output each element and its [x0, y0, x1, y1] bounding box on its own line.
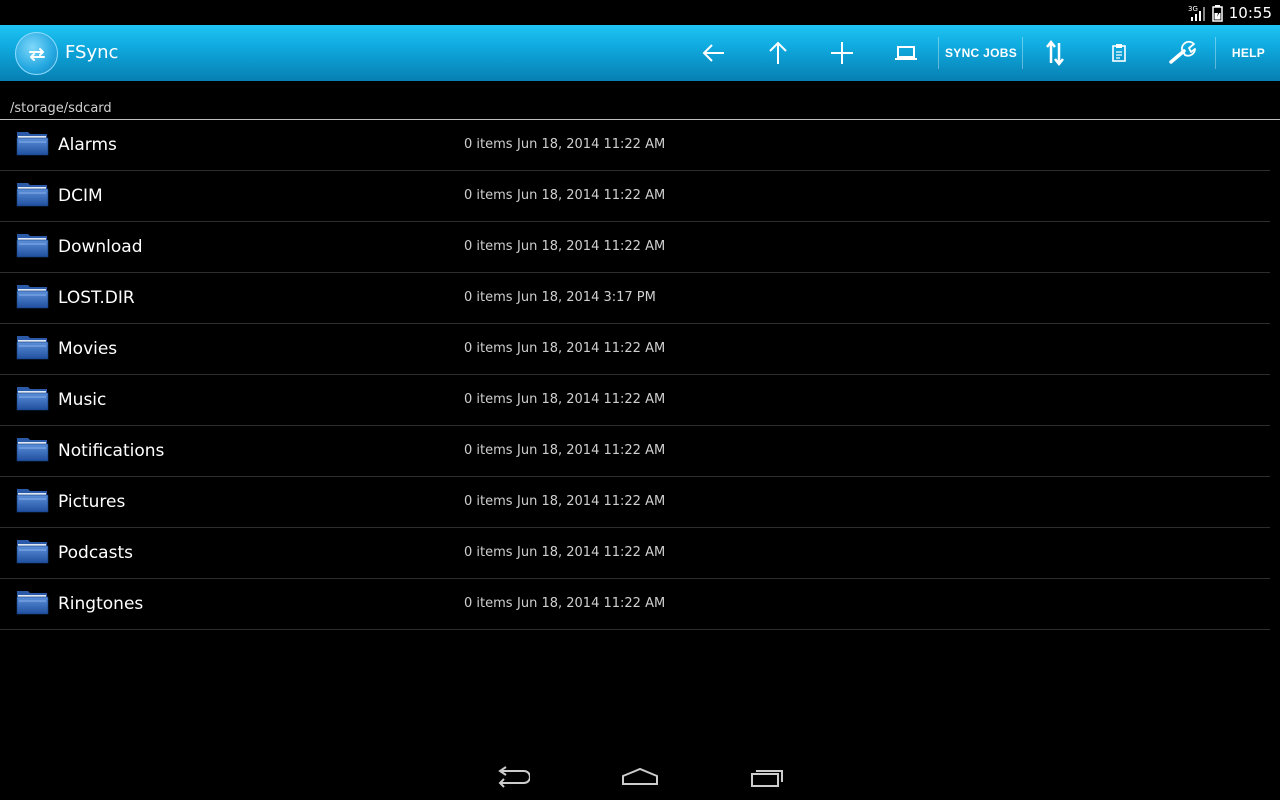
current-path: /storage/sdcard [10, 101, 112, 116]
network-type: 3G [1188, 5, 1198, 13]
sync-arrows-icon [28, 47, 45, 61]
clipboard-button[interactable] [1099, 25, 1139, 81]
modified-date: Jun 18, 2014 11:22 AM [517, 392, 666, 407]
action-divider [938, 37, 939, 69]
file-name: DCIM [58, 186, 103, 206]
file-name: Download [58, 237, 143, 257]
modified-date: Jun 18, 2014 11:22 AM [517, 188, 666, 203]
list-item[interactable]: Alarms 0 items Jun 18, 2014 11:22 AM [0, 120, 1270, 171]
help-button[interactable]: HELP [1217, 25, 1280, 81]
plus-icon [831, 42, 853, 64]
clipboard-icon [1112, 44, 1126, 62]
wrench-icon [1169, 40, 1196, 64]
file-name: Notifications [58, 441, 165, 461]
folder-icon [16, 132, 49, 156]
list-item[interactable]: Podcasts 0 items Jun 18, 2014 11:22 AM [0, 528, 1270, 579]
modified-date: Jun 18, 2014 11:22 AM [517, 494, 666, 509]
battery-icon [1212, 4, 1223, 22]
file-name: Music [58, 390, 107, 410]
file-name: Pictures [58, 492, 126, 512]
action-bar: FSync SYNC JOBS HELP [0, 25, 1280, 81]
arrow-up-icon [769, 41, 787, 64]
modified-date: Jun 18, 2014 11:22 AM [517, 545, 666, 560]
list-item[interactable]: Notifications 0 items Jun 18, 2014 11:22… [0, 426, 1270, 477]
item-count: 0 items [464, 239, 513, 254]
action-divider [1022, 37, 1023, 69]
breadcrumb: /storage/sdcard [0, 101, 1280, 120]
list-item[interactable]: Download 0 items Jun 18, 2014 11:22 AM [0, 222, 1270, 273]
transfer-button[interactable] [1035, 25, 1075, 81]
app-icon[interactable] [15, 32, 58, 75]
modified-date: Jun 18, 2014 11:22 AM [517, 239, 666, 254]
new-folder-button[interactable] [822, 25, 862, 81]
folder-icon [16, 387, 49, 411]
item-count: 0 items [464, 596, 513, 611]
recent-apps-icon [751, 770, 783, 787]
item-count: 0 items [464, 443, 513, 458]
item-count: 0 items [464, 341, 513, 356]
nav-back-button[interactable] [482, 762, 542, 792]
item-count: 0 items [464, 494, 513, 509]
modified-date: Jun 18, 2014 3:17 PM [517, 290, 656, 305]
up-button[interactable] [758, 25, 798, 81]
nav-recent-button[interactable] [738, 762, 798, 792]
folder-icon [16, 540, 49, 564]
list-item[interactable]: Movies 0 items Jun 18, 2014 11:22 AM [0, 324, 1270, 375]
item-count: 0 items [464, 545, 513, 560]
list-item[interactable]: Pictures 0 items Jun 18, 2014 11:22 AM [0, 477, 1270, 528]
list-item[interactable]: DCIM 0 items Jun 18, 2014 11:22 AM [0, 171, 1270, 222]
item-count: 0 items [464, 137, 513, 152]
status-bar: 3G 10:55 [0, 0, 1280, 25]
file-list: Alarms 0 items Jun 18, 2014 11:22 AM DCI… [0, 120, 1270, 630]
folder-icon [16, 336, 49, 360]
file-name: Podcasts [58, 543, 133, 563]
back-button[interactable] [694, 25, 734, 81]
laptop-icon [895, 46, 917, 60]
arrow-left-icon [702, 44, 724, 62]
action-divider [1215, 37, 1216, 69]
modified-date: Jun 18, 2014 11:22 AM [517, 341, 666, 356]
settings-button[interactable] [1163, 25, 1203, 81]
folder-icon [16, 285, 49, 309]
item-count: 0 items [464, 392, 513, 407]
system-nav-bar [0, 752, 1280, 800]
file-name: Alarms [58, 135, 117, 155]
nav-home-button[interactable] [610, 762, 670, 792]
item-count: 0 items [464, 188, 513, 203]
status-clock: 10:55 [1228, 3, 1272, 22]
home-icon [622, 767, 658, 785]
list-item[interactable]: LOST.DIR 0 items Jun 18, 2014 3:17 PM [0, 273, 1270, 324]
folder-icon [16, 489, 49, 513]
device-button[interactable] [886, 25, 926, 81]
signal-icon: 3G [1188, 4, 1206, 22]
back-icon [498, 766, 530, 788]
file-name: LOST.DIR [58, 288, 135, 308]
app-title: FSync [65, 42, 119, 63]
item-count: 0 items [464, 290, 513, 305]
modified-date: Jun 18, 2014 11:22 AM [517, 596, 666, 611]
folder-icon [16, 591, 49, 615]
folder-icon [16, 438, 49, 462]
modified-date: Jun 18, 2014 11:22 AM [517, 443, 666, 458]
file-name: Ringtones [58, 594, 144, 614]
transfer-arrows-icon [1046, 39, 1064, 67]
folder-icon [16, 234, 49, 258]
list-item[interactable]: Ringtones 0 items Jun 18, 2014 11:22 AM [0, 579, 1270, 630]
modified-date: Jun 18, 2014 11:22 AM [517, 137, 666, 152]
sync-jobs-button[interactable]: SYNC JOBS [940, 25, 1022, 81]
file-name: Movies [58, 339, 118, 359]
folder-icon [16, 183, 49, 207]
list-item[interactable]: Music 0 items Jun 18, 2014 11:22 AM [0, 375, 1270, 426]
